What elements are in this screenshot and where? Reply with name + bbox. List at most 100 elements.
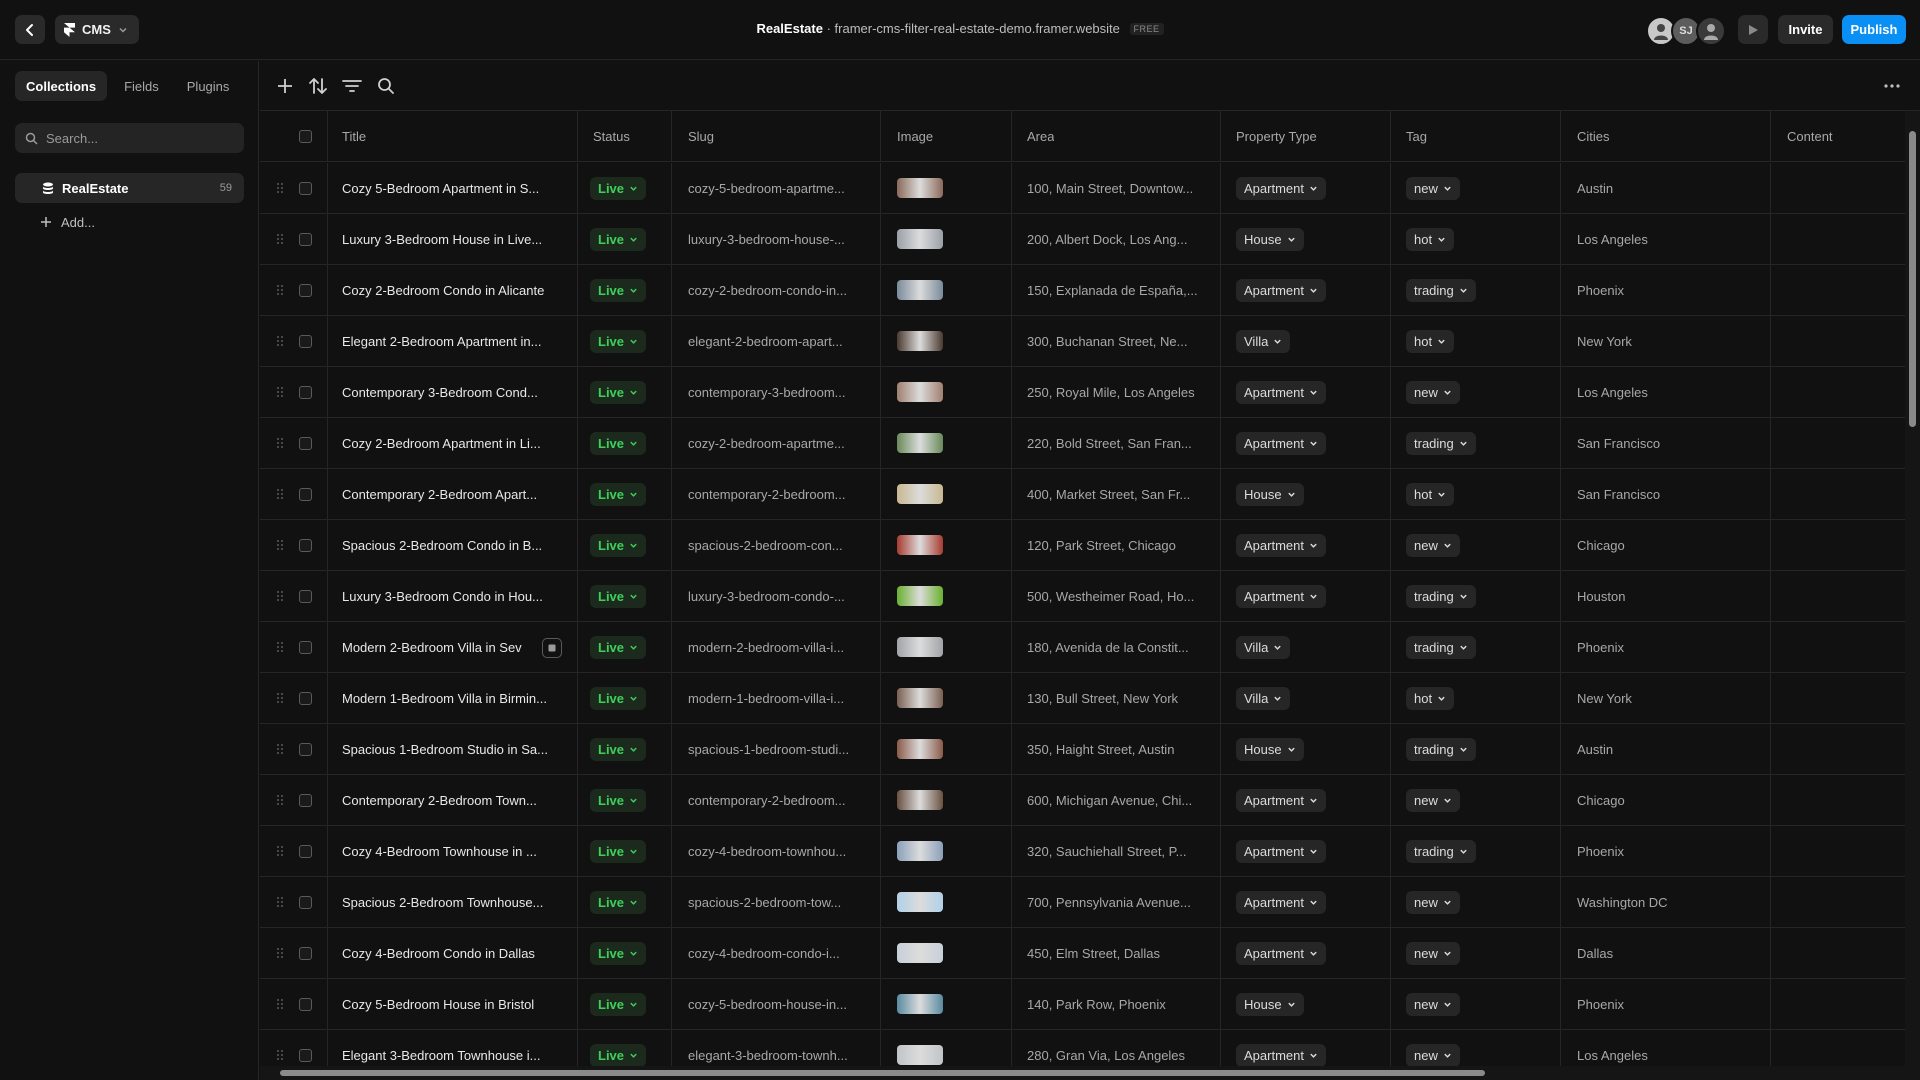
vertical-scrollbar[interactable]: [1905, 111, 1920, 1066]
drag-handle[interactable]: [274, 826, 286, 876]
image-thumbnail[interactable]: [897, 790, 943, 810]
row-slug[interactable]: cozy-2-bedroom-condo-in...: [688, 265, 868, 315]
property-type-select[interactable]: Apartment: [1236, 788, 1326, 812]
row-city[interactable]: Dallas: [1577, 928, 1757, 978]
property-type-select[interactable]: Apartment: [1236, 941, 1326, 965]
row-checkbox[interactable]: [298, 826, 312, 876]
tag-select[interactable]: new: [1406, 1043, 1460, 1066]
row-content[interactable]: [1787, 469, 1897, 519]
row-checkbox[interactable]: [298, 316, 312, 366]
tag-select[interactable]: new: [1406, 380, 1460, 404]
table-row[interactable]: Modern 2-Bedroom Villa in Sev Live modern-…: [260, 622, 1905, 673]
status-badge[interactable]: Live: [590, 992, 647, 1016]
row-content[interactable]: [1787, 316, 1897, 366]
property-type-select[interactable]: Apartment: [1236, 839, 1326, 863]
row-city[interactable]: Austin: [1577, 724, 1757, 774]
row-city[interactable]: Washington DC: [1577, 877, 1757, 927]
row-area[interactable]: 140, Park Row, Phoenix: [1027, 979, 1217, 1029]
table-row[interactable]: Contemporary 2-Bedroom Town... Live contem…: [260, 775, 1905, 826]
tag-select[interactable]: trading: [1406, 431, 1476, 455]
row-slug[interactable]: contemporary-2-bedroom...: [688, 469, 868, 519]
search-input[interactable]: Search...: [46, 131, 98, 146]
row-content[interactable]: [1787, 520, 1897, 570]
tab-collections[interactable]: Collections: [15, 71, 108, 101]
row-slug[interactable]: contemporary-3-bedroom...: [688, 367, 868, 417]
row-title[interactable]: Elegant 3-Bedroom Townhouse i...: [342, 1030, 577, 1066]
tag-select[interactable]: hot: [1406, 482, 1455, 506]
row-area[interactable]: 400, Market Street, San Fr...: [1027, 469, 1217, 519]
column-title[interactable]: Title: [342, 111, 366, 161]
row-area[interactable]: 700, Pennsylvania Avenue...: [1027, 877, 1217, 927]
drag-handle[interactable]: [274, 469, 286, 519]
row-content[interactable]: [1787, 214, 1897, 264]
row-title[interactable]: Cozy 5-Bedroom House in Bristol: [342, 979, 577, 1029]
table-row[interactable]: Luxury 3-Bedroom Condo in Hou... Live luxu…: [260, 571, 1905, 622]
drag-handle[interactable]: [274, 265, 286, 315]
row-title[interactable]: Elegant 2-Bedroom Apartment in...: [342, 316, 577, 366]
sidebar-search[interactable]: Search...: [15, 123, 244, 153]
table-row[interactable]: Cozy 2-Bedroom Apartment in Li... Live coz…: [260, 418, 1905, 469]
row-city[interactable]: Los Angeles: [1577, 1030, 1757, 1066]
drag-handle[interactable]: [274, 877, 286, 927]
table-row[interactable]: Cozy 4-Bedroom Condo in Dallas Live cozy-4…: [260, 928, 1905, 979]
row-content[interactable]: [1787, 826, 1897, 876]
row-title[interactable]: Spacious 1-Bedroom Studio in Sa...: [342, 724, 577, 774]
row-title[interactable]: Contemporary 2-Bedroom Town...: [342, 775, 577, 825]
scroll-thumb[interactable]: [1909, 131, 1916, 427]
column-cities[interactable]: Cities: [1577, 111, 1610, 161]
drag-handle[interactable]: [274, 571, 286, 621]
row-content[interactable]: [1787, 571, 1897, 621]
tag-select[interactable]: new: [1406, 788, 1460, 812]
status-badge[interactable]: Live: [590, 380, 647, 404]
row-content[interactable]: [1787, 367, 1897, 417]
row-checkbox[interactable]: [298, 1030, 312, 1066]
row-content[interactable]: [1787, 622, 1897, 672]
table-row[interactable]: Cozy 2-Bedroom Condo in Alicante Live cozy…: [260, 265, 1905, 316]
row-slug[interactable]: modern-2-bedroom-villa-i...: [688, 622, 868, 672]
row-title[interactable]: Contemporary 3-Bedroom Cond...: [342, 367, 577, 417]
row-title[interactable]: Cozy 5-Bedroom Apartment in S...: [342, 163, 577, 213]
column-area[interactable]: Area: [1027, 111, 1054, 161]
tag-select[interactable]: trading: [1406, 737, 1476, 761]
row-content[interactable]: [1787, 877, 1897, 927]
row-checkbox[interactable]: [298, 214, 312, 264]
row-checkbox[interactable]: [298, 979, 312, 1029]
tag-select[interactable]: trading: [1406, 635, 1476, 659]
row-checkbox[interactable]: [298, 775, 312, 825]
select-all-checkbox[interactable]: [298, 111, 312, 161]
status-badge[interactable]: Live: [590, 482, 647, 506]
row-slug[interactable]: elegant-2-bedroom-apart...: [688, 316, 868, 366]
image-thumbnail[interactable]: [897, 331, 943, 351]
image-thumbnail[interactable]: [897, 892, 943, 912]
status-badge[interactable]: Live: [590, 227, 647, 251]
image-thumbnail[interactable]: [897, 229, 943, 249]
drag-handle[interactable]: [274, 724, 286, 774]
property-type-select[interactable]: Apartment: [1236, 1043, 1326, 1066]
add-collection-button[interactable]: Add...: [40, 209, 95, 235]
status-badge[interactable]: Live: [590, 176, 647, 200]
row-city[interactable]: Phoenix: [1577, 979, 1757, 1029]
row-slug[interactable]: modern-1-bedroom-villa-i...: [688, 673, 868, 723]
status-badge[interactable]: Live: [590, 584, 647, 608]
status-badge[interactable]: Live: [590, 329, 647, 353]
horizontal-scrollbar[interactable]: [260, 1066, 1920, 1080]
row-city[interactable]: Chicago: [1577, 520, 1757, 570]
row-content[interactable]: [1787, 1030, 1897, 1066]
image-thumbnail[interactable]: [897, 688, 943, 708]
site-domain[interactable]: framer-cms-filter-real-estate-demo.frame…: [835, 21, 1120, 36]
tag-select[interactable]: new: [1406, 890, 1460, 914]
row-city[interactable]: San Francisco: [1577, 469, 1757, 519]
row-city[interactable]: Houston: [1577, 571, 1757, 621]
row-city[interactable]: Phoenix: [1577, 622, 1757, 672]
image-thumbnail[interactable]: [897, 586, 943, 606]
row-checkbox[interactable]: [298, 520, 312, 570]
more-options-button[interactable]: [1880, 74, 1904, 98]
tag-select[interactable]: trading: [1406, 278, 1476, 302]
row-area[interactable]: 250, Royal Mile, Los Angeles: [1027, 367, 1217, 417]
tag-select[interactable]: new: [1406, 941, 1460, 965]
tag-select[interactable]: new: [1406, 533, 1460, 557]
column-status[interactable]: Status: [593, 111, 630, 161]
row-slug[interactable]: spacious-2-bedroom-con...: [688, 520, 868, 570]
row-title[interactable]: Luxury 3-Bedroom House in Live...: [342, 214, 577, 264]
tag-select[interactable]: new: [1406, 176, 1460, 200]
